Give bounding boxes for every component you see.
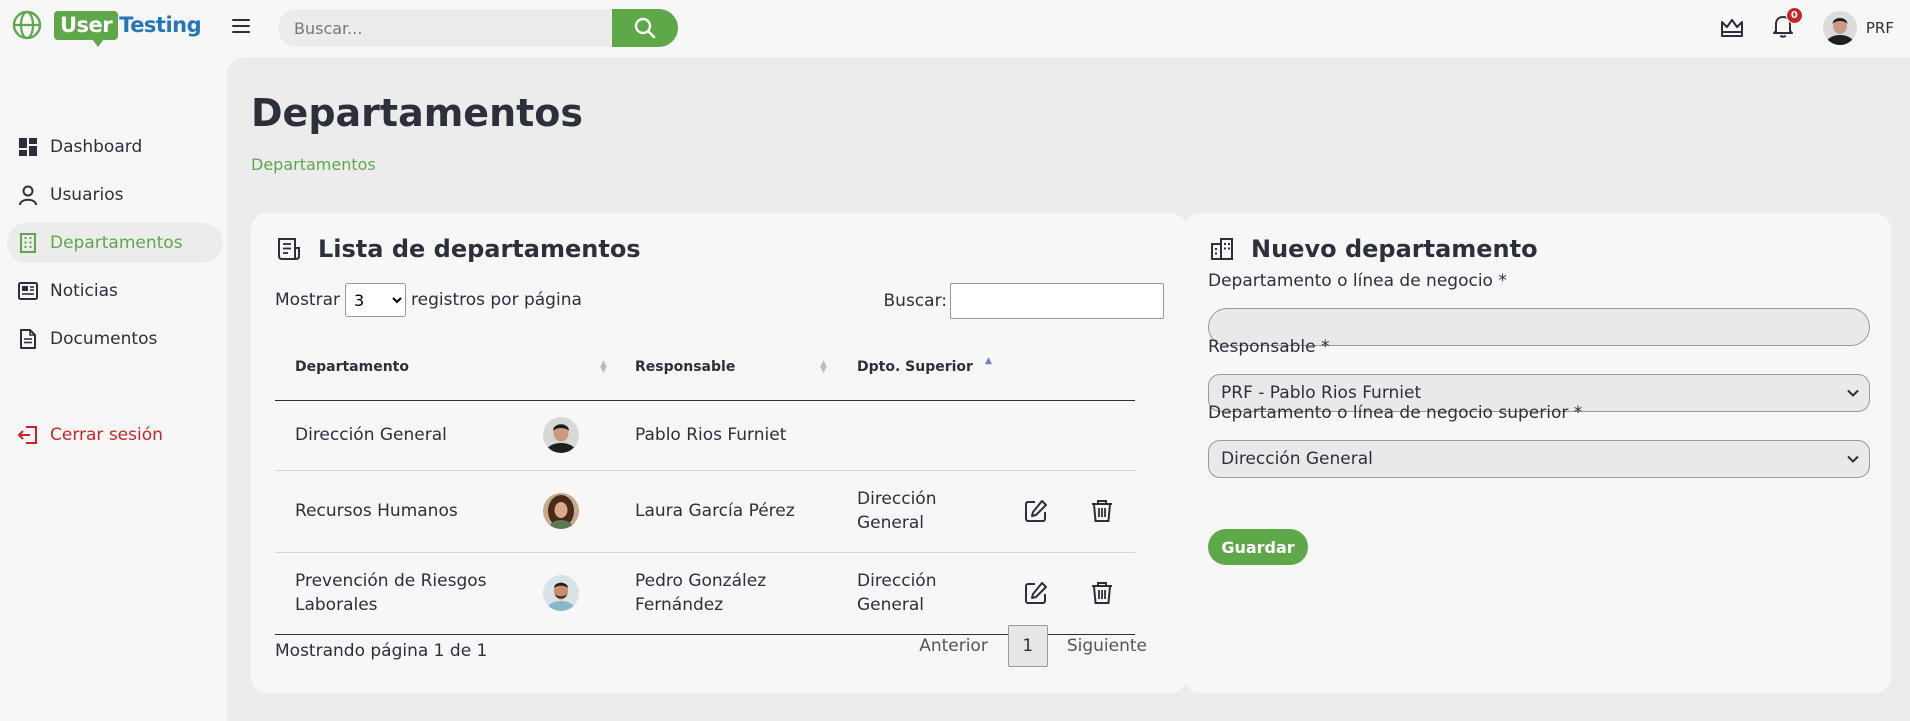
parent-department-select[interactable]: Dirección General: [1208, 440, 1870, 478]
page-size-control: Mostrar 3 registros por página: [275, 283, 582, 317]
form-card-title: Nuevo departamento: [1209, 235, 1538, 263]
table-row: Dirección General Pablo Rios Furniet: [275, 400, 1135, 471]
parent-department-select-value: Dirección General: [1221, 449, 1373, 469]
sidebar: Dashboard Usuarios Departamentos Noticia…: [0, 57, 226, 721]
sidebar-item-label: Usuarios: [50, 185, 124, 205]
app-logo[interactable]: User Testing: [12, 10, 202, 47]
user-avatar[interactable]: [1822, 11, 1857, 45]
list-card-title: Lista de departamentos: [276, 235, 641, 263]
edit-icon[interactable]: [1023, 580, 1049, 606]
table-row: Prevención de Riesgos Laborales Pedro Go…: [275, 552, 1135, 635]
trash-icon[interactable]: [1089, 498, 1115, 524]
form-title-text: Nuevo departamento: [1251, 235, 1538, 263]
cell-avatar: [523, 470, 615, 553]
chevron-down-icon: [1847, 455, 1859, 463]
crown-icon[interactable]: [1719, 15, 1745, 41]
cell-avatar: [523, 552, 615, 635]
newspaper-icon: [18, 282, 38, 300]
logout-button[interactable]: Cerrar sesión: [7, 415, 223, 455]
page-size-prefix: Mostrar: [275, 290, 340, 310]
sort-asc-icon: ▲: [985, 356, 992, 366]
table-search-label: Buscar:: [883, 291, 947, 311]
breadcrumb[interactable]: Departamentos: [251, 155, 376, 174]
dashboard-icon: [19, 138, 37, 156]
avatar-image: [1822, 11, 1857, 45]
user-icon: [19, 185, 37, 206]
sidebar-item-dashboard[interactable]: Dashboard: [7, 127, 223, 167]
parent-department-label: Departamento o línea de negocio superior…: [1208, 403, 1583, 423]
edit-icon[interactable]: [1023, 498, 1049, 524]
cell-department: Dirección General: [275, 400, 523, 471]
cell-responsible: Laura García Pérez: [615, 470, 837, 553]
sidebar-item-usuarios[interactable]: Usuarios: [7, 175, 223, 215]
logout-label: Cerrar sesión: [50, 425, 163, 445]
avatar: [543, 417, 579, 453]
trash-icon[interactable]: [1089, 580, 1115, 606]
cell-superior: [837, 400, 1003, 471]
pagination-info: Mostrando página 1 de 1: [275, 641, 488, 661]
table-row: Recursos Humanos Laura García Pérez Dire…: [275, 470, 1135, 553]
cell-department: Recursos Humanos: [275, 470, 523, 553]
table-search-input[interactable]: [950, 283, 1164, 319]
sort-icon: ▲ ▼: [820, 359, 827, 375]
sidebar-item-documentos[interactable]: Documentos: [7, 319, 223, 359]
global-search: [278, 9, 678, 47]
cell-department: Prevención de Riesgos Laborales: [275, 552, 523, 635]
departments-table: Departamento ▲ ▼ Responsable ▲ ▼ Dpto. Sup…: [275, 335, 1135, 635]
sort-icon: ▲ ▼: [600, 359, 607, 375]
sidebar-item-label: Documentos: [50, 329, 158, 349]
cell-avatar: [523, 400, 615, 471]
prev-page-button[interactable]: Anterior: [919, 636, 988, 656]
sidebar-item-label: Dashboard: [50, 137, 143, 157]
column-header-dpto-superior[interactable]: Dpto. Superior ▲: [837, 335, 1135, 401]
column-header-responsable[interactable]: Responsable ▲ ▼: [615, 335, 837, 401]
avatar: [543, 493, 579, 529]
document-icon: [20, 329, 36, 349]
cell-superior: Dirección General: [837, 552, 1003, 635]
sidebar-item-label: Noticias: [50, 281, 118, 301]
logout-icon: [17, 426, 37, 444]
notification-badge: 0: [1785, 7, 1803, 24]
pagination: Anterior 1 Siguiente: [919, 625, 1147, 667]
table-header-row: Departamento ▲ ▼ Responsable ▲ ▼ Dpto. Sup…: [275, 335, 1135, 401]
responsible-select-value: PRF - Pablo Rios Furniet: [1221, 383, 1422, 403]
next-page-button[interactable]: Siguiente: [1067, 636, 1147, 656]
cell-responsible: Pablo Rios Furniet: [615, 400, 837, 471]
top-bar: User Testing 0: [0, 0, 1910, 57]
building-icon: [20, 233, 36, 253]
global-search-button[interactable]: [612, 9, 678, 47]
notifications-button[interactable]: 0: [1771, 7, 1803, 43]
list-title-text: Lista de departamentos: [318, 235, 641, 263]
page-title: Departamentos: [251, 91, 584, 135]
responsible-label: Responsable *: [1208, 337, 1330, 357]
avatar: [543, 575, 579, 611]
main-content: Departamentos Departamentos Lista de dep…: [227, 57, 1910, 721]
page-size-select[interactable]: 3: [345, 283, 406, 317]
sidebar-item-noticias[interactable]: Noticias: [7, 271, 223, 311]
table-search: Buscar:: [884, 283, 1164, 319]
globe-icon: [12, 10, 42, 40]
sidebar-item-departamentos[interactable]: Departamentos: [7, 223, 223, 263]
top-right-actions: 0 PRF: [1719, 7, 1894, 45]
page-size-suffix: registros por página: [411, 290, 582, 310]
page-number-button[interactable]: 1: [1007, 625, 1048, 667]
sidebar-item-label: Departamentos: [50, 233, 183, 253]
column-header-departamento[interactable]: Departamento ▲ ▼: [275, 335, 615, 401]
department-list-card: Lista de departamentos Mostrar 3 registr…: [251, 213, 1187, 693]
menu-toggle-icon[interactable]: [232, 19, 250, 35]
user-initials[interactable]: PRF: [1866, 19, 1894, 37]
chevron-down-icon: [1847, 389, 1859, 397]
cell-superior: Dirección General: [837, 470, 1003, 553]
cell-responsible: Pedro González Fernández: [615, 552, 837, 635]
global-search-input[interactable]: [278, 9, 612, 47]
search-icon: [634, 17, 656, 39]
department-name-label: Departamento o línea de negocio *: [1208, 271, 1507, 291]
save-button[interactable]: Guardar: [1208, 529, 1308, 565]
logo-user-text: User: [54, 10, 119, 47]
new-department-card: Nuevo departamento Departamento o línea …: [1184, 213, 1891, 693]
buildings-icon: [1211, 238, 1233, 260]
logo-testing-text: Testing: [119, 13, 202, 37]
list-document-icon: [278, 238, 300, 260]
